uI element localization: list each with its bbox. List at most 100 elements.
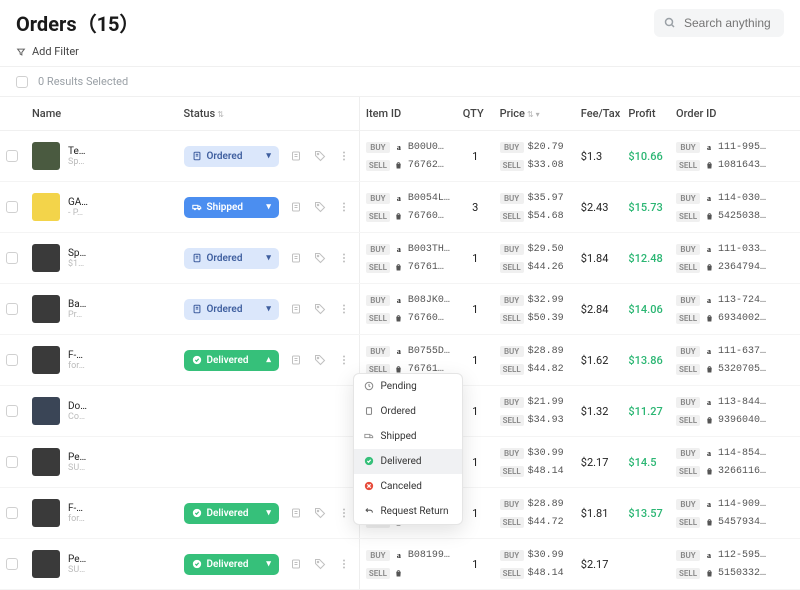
more-button[interactable]: [335, 555, 353, 573]
product-thumbnail[interactable]: [32, 550, 60, 578]
product-sub: $1…: [68, 259, 86, 269]
more-button[interactable]: [335, 249, 353, 267]
note-button[interactable]: [287, 504, 305, 522]
row-checkbox[interactable]: [6, 405, 18, 417]
search-input-container[interactable]: [654, 9, 784, 37]
row-checkbox[interactable]: [6, 252, 18, 264]
filter-icon: [16, 47, 26, 57]
amazon-icon: a: [704, 295, 714, 305]
buy-tag: BUY: [500, 244, 524, 255]
row-checkbox[interactable]: [6, 456, 18, 468]
product-thumbnail[interactable]: [32, 448, 60, 476]
table-row: GA… - P… Shipped ▾ BUYaB0054L… SELL76760…: [0, 182, 800, 233]
status-label: Delivered: [207, 559, 249, 570]
col-status[interactable]: Status⇅: [178, 97, 360, 131]
status-select[interactable]: Delivered ▾: [184, 503, 279, 524]
status-option-shipped[interactable]: Shipped: [354, 424, 462, 449]
row-checkbox[interactable]: [6, 150, 18, 162]
product-thumbnail[interactable]: [32, 295, 60, 323]
note-button[interactable]: [287, 300, 305, 318]
sell-tag: SELL: [676, 466, 700, 477]
profit-value: [622, 539, 670, 590]
status-dropdown[interactable]: Pending Ordered Shipped Delivered Cancel…: [353, 373, 463, 525]
row-checkbox[interactable]: [6, 354, 18, 366]
status-select[interactable]: Ordered ▾: [184, 146, 279, 167]
amazon-icon: a: [704, 550, 714, 560]
product-thumbnail[interactable]: [32, 499, 60, 527]
more-button[interactable]: [335, 198, 353, 216]
status-option-delivered[interactable]: Delivered: [354, 449, 462, 474]
profit-value: $13.57: [622, 488, 670, 539]
search-input[interactable]: [682, 15, 774, 31]
buy-tag: BUY: [500, 193, 524, 204]
bag-icon: [704, 517, 714, 527]
row-checkbox[interactable]: [6, 558, 18, 570]
more-button[interactable]: [335, 147, 353, 165]
tag-button[interactable]: [311, 249, 329, 267]
sell-value: 76760…: [408, 313, 444, 324]
sell-value: 5425038…: [718, 211, 766, 222]
chevron-icon: ▾: [266, 151, 271, 161]
more-button[interactable]: [335, 300, 353, 318]
row-checkbox[interactable]: [6, 507, 18, 519]
col-item-id[interactable]: Item ID: [359, 97, 456, 131]
amazon-icon: a: [394, 193, 404, 203]
tag-button[interactable]: [311, 147, 329, 165]
row-checkbox[interactable]: [6, 303, 18, 315]
note-button[interactable]: [287, 147, 305, 165]
more-button[interactable]: [335, 351, 353, 369]
status-select[interactable]: Delivered ▾: [184, 554, 279, 575]
col-order-id[interactable]: Order ID: [670, 97, 800, 131]
status-option-canceled[interactable]: Canceled: [354, 474, 462, 499]
sell-tag: SELL: [366, 313, 390, 324]
profit-value: $11.27: [622, 386, 670, 437]
tag-button[interactable]: [311, 504, 329, 522]
sell-value: 76762…: [408, 160, 444, 171]
more-button[interactable]: [335, 504, 353, 522]
col-price[interactable]: Price⇅▾: [494, 97, 575, 131]
note-button[interactable]: [287, 555, 305, 573]
status-select[interactable]: Shipped ▾: [184, 197, 279, 218]
sell-tag: SELL: [676, 313, 700, 324]
product-thumbnail[interactable]: [32, 193, 60, 221]
sell-value: 5150332…: [718, 568, 766, 579]
col-name[interactable]: Name: [26, 97, 178, 131]
fee-value: $2.43: [575, 182, 623, 233]
fee-value: $1.81: [575, 488, 623, 539]
note-button[interactable]: [287, 351, 305, 369]
status-option-pending[interactable]: Pending: [354, 374, 462, 399]
amazon-icon: a: [704, 397, 714, 407]
product-sub: Sp…: [68, 157, 85, 167]
sell-tag: SELL: [676, 568, 700, 579]
product-sub: SU…: [68, 565, 86, 575]
status-option-ordered[interactable]: Ordered: [354, 399, 462, 424]
select-all-checkbox[interactable]: [16, 76, 28, 88]
tag-button[interactable]: [311, 555, 329, 573]
status-select[interactable]: Ordered ▾: [184, 299, 279, 320]
tag-button[interactable]: [311, 300, 329, 318]
status-option-return[interactable]: Request Return: [354, 499, 462, 524]
chevron-icon: ▾: [266, 304, 271, 314]
product-thumbnail[interactable]: [32, 346, 60, 374]
note-button[interactable]: [287, 249, 305, 267]
add-filter-button[interactable]: Add Filter: [0, 41, 800, 66]
product-thumbnail[interactable]: [32, 142, 60, 170]
sell-tag: SELL: [676, 160, 700, 171]
row-checkbox[interactable]: [6, 201, 18, 213]
status-option-label: Request Return: [381, 506, 449, 517]
buy-value: $21.99: [528, 397, 564, 408]
status-select[interactable]: Delivered ▴: [184, 350, 279, 371]
qty-value: 1: [457, 131, 494, 182]
col-fee[interactable]: Fee/Tax: [575, 97, 623, 131]
tag-button[interactable]: [311, 198, 329, 216]
tag-button[interactable]: [311, 351, 329, 369]
col-profit[interactable]: Profit: [622, 97, 670, 131]
product-thumbnail[interactable]: [32, 397, 60, 425]
col-qty[interactable]: QTY: [457, 97, 494, 131]
note-button[interactable]: [287, 198, 305, 216]
status-select[interactable]: Ordered ▾: [184, 248, 279, 269]
buy-tag: BUY: [676, 193, 700, 204]
status-option-label: Delivered: [381, 456, 422, 467]
profit-value: $14.5: [622, 437, 670, 488]
product-thumbnail[interactable]: [32, 244, 60, 272]
